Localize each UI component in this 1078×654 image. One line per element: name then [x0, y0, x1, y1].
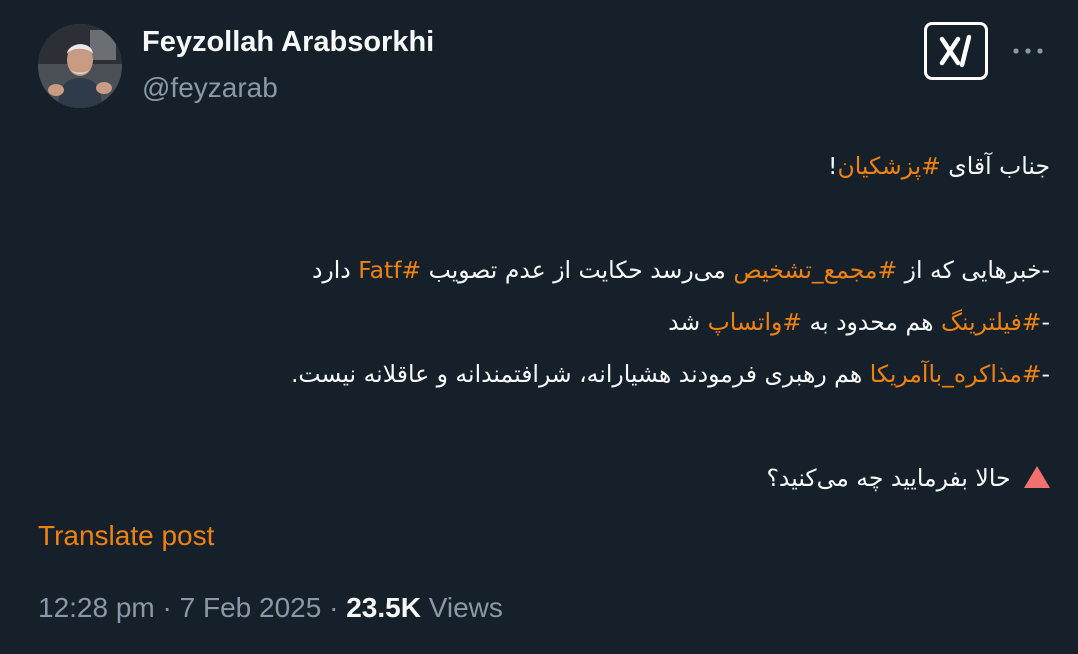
post-text-segment: حالا بفرمایید چه می‌کنید؟: [766, 464, 1018, 492]
post-text-segment: -: [1041, 308, 1050, 336]
translate-post-link[interactable]: Translate post: [38, 520, 214, 552]
hashtag-link[interactable]: #مذاکره_باآمریکا: [870, 360, 1042, 388]
post-line: جناب آقای #پزشکیان!: [40, 140, 1050, 192]
hashtag-link[interactable]: #واتساپ: [708, 308, 802, 336]
views-count: 23.5K: [346, 592, 421, 623]
post-line: -#مذاکره_باآمریکا هم رهبری فرمودند هشیار…: [40, 348, 1050, 400]
hashtag-link[interactable]: #پزشکیان: [837, 152, 940, 180]
post-meta: 12:28 pm · 7 Feb 2025 · 23.5K Views: [38, 592, 503, 624]
post-line: حالا بفرمایید چه می‌کنید؟: [40, 452, 1050, 504]
post-text-segment: هم محدود به: [802, 308, 941, 336]
post-text-segment: -خبرهایی که از: [897, 256, 1050, 284]
more-options-button[interactable]: [1010, 34, 1046, 68]
grok-icon: [939, 34, 972, 68]
avatar[interactable]: [38, 24, 122, 108]
post-text-segment: شد: [668, 308, 708, 336]
post-text: جناب آقای #پزشکیان! -خبرهایی که از #مجمع_…: [40, 140, 1050, 504]
tweet: Feyzollah Arabsorkhi @feyzarab جناب آقای…: [0, 0, 1078, 654]
author-name[interactable]: Feyzollah Arabsorkhi: [142, 26, 434, 59]
avatar-image: [38, 24, 122, 108]
hashtag-link[interactable]: #فیلترینگ: [941, 308, 1042, 336]
author-handle[interactable]: @feyzarab: [142, 72, 278, 104]
post-line: -خبرهایی که از #مجمع_تشخیص می‌رسد حکایت …: [40, 244, 1050, 296]
post-text-segment: جناب آقای: [940, 152, 1050, 180]
hashtag-link[interactable]: #مجمع_تشخیص: [733, 256, 897, 284]
meta-separator: ·: [162, 592, 172, 623]
hashtag-link[interactable]: #Fatf: [358, 256, 421, 284]
grok-button[interactable]: [924, 22, 988, 80]
post-text-segment: -: [1041, 360, 1050, 388]
more-horizontal-icon: [1013, 48, 1043, 54]
post-text-segment: هم رهبری فرمودند هشیارانه، شرافتمندانه و…: [290, 360, 870, 388]
post-date[interactable]: 7 Feb 2025: [180, 592, 322, 623]
red-triangle-icon: [1024, 466, 1050, 488]
post-line: -#فیلترینگ هم محدود به #واتساپ شد: [40, 296, 1050, 348]
post-text-segment: می‌رسد حکایت از عدم تصویب: [421, 256, 734, 284]
post-text-segment: دارد: [311, 256, 359, 284]
views-label: Views: [428, 592, 503, 623]
post-time[interactable]: 12:28 pm: [38, 592, 155, 623]
